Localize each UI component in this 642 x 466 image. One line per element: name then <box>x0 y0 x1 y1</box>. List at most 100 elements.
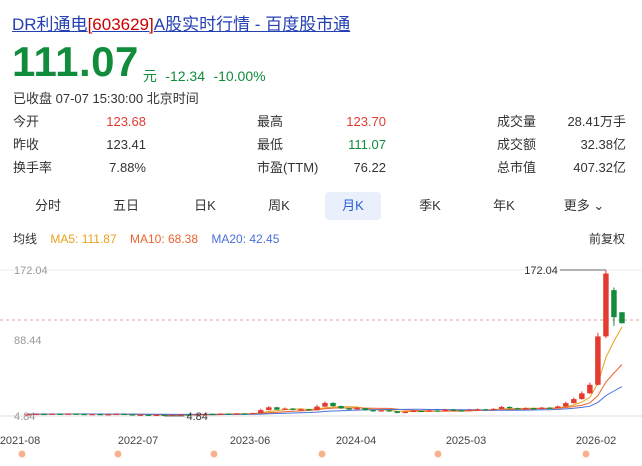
market-status: 已收盘 07-07 15:30:00 北京时间 <box>13 91 199 106</box>
candle-body <box>25 414 31 416</box>
timeline-dot <box>318 450 326 458</box>
ma5-value: MA5: 111.87 <box>50 232 117 246</box>
price-change-pct: -10.00% <box>213 68 266 84</box>
candle-body <box>121 413 128 416</box>
candle <box>595 332 601 386</box>
candle <box>394 410 400 414</box>
candle-body <box>442 409 449 412</box>
high-marker-label: 172.04 <box>524 265 558 277</box>
candle-body <box>466 409 473 411</box>
candle <box>233 413 240 415</box>
candle <box>145 414 152 416</box>
candle <box>314 404 320 411</box>
candle-body <box>458 410 465 412</box>
stat-turnover: 换手率 7.88% <box>13 160 146 175</box>
tab-intraday[interactable]: 分时 <box>20 192 76 220</box>
stat-open: 今开 123.68 <box>13 114 146 129</box>
candle <box>290 408 296 411</box>
tab-quarterly-k[interactable]: 季K <box>402 192 458 220</box>
candle <box>426 409 433 412</box>
candle-body <box>362 408 368 411</box>
ma20-value: MA20: 42.45 <box>211 232 280 246</box>
tab-five-day[interactable]: 五日 <box>98 192 154 220</box>
candle <box>282 407 288 410</box>
candle <box>579 391 585 400</box>
candle-body <box>611 290 617 318</box>
adjust-selector[interactable]: 前复权 <box>589 230 625 247</box>
candle-body <box>514 408 521 410</box>
x-tick-label: 2022-07 <box>118 435 158 447</box>
ma10-value: MA10: 68.38 <box>129 232 199 246</box>
candle <box>266 405 272 411</box>
candle <box>97 413 103 416</box>
candle-body <box>450 409 457 411</box>
tab-yearly-k[interactable]: 年K <box>476 192 532 220</box>
candle-body <box>274 407 280 410</box>
kline-chart[interactable]: 172.04 88.44 4.84 172.04 4.84 2021-08 20… <box>0 252 642 466</box>
timeline-dot <box>210 450 218 458</box>
tab-more[interactable]: 更多 ⌄ <box>554 192 614 220</box>
x-axis: 2021-08 2022-07 2023-06 2024-04 2025-03 … <box>0 435 616 458</box>
candle-body <box>506 406 513 409</box>
candle-body <box>81 413 87 416</box>
candle <box>490 408 497 411</box>
tab-daily-k[interactable]: 日K <box>177 192 233 220</box>
candle-body <box>490 408 497 411</box>
tab-monthly-k[interactable]: 月K <box>325 192 381 220</box>
candle-body <box>619 312 625 324</box>
candle <box>587 382 593 394</box>
candle <box>603 270 609 339</box>
candle <box>555 405 561 409</box>
tab-weekly-k[interactable]: 周K <box>251 192 307 220</box>
candle-body <box>538 407 545 409</box>
page-title[interactable]: DR利通电[603629]A股实时行情 - 百度股市通 <box>12 10 350 35</box>
ma-legend-title: 均线 <box>13 232 38 246</box>
candle-body <box>386 410 392 412</box>
candle-body <box>225 413 232 415</box>
candle <box>81 413 87 416</box>
candle-body <box>402 411 408 414</box>
candle <box>330 402 336 407</box>
ma20-line <box>27 386 623 415</box>
candle-body <box>242 413 248 415</box>
y-tick-label: 4.84 <box>14 411 35 423</box>
candle-body <box>378 410 384 412</box>
candle <box>547 407 553 409</box>
y-tick-label: 88.44 <box>14 335 42 347</box>
y-tick-label: 172.04 <box>14 265 48 277</box>
candle <box>129 414 136 416</box>
stock-code: [603629] <box>87 15 154 34</box>
candle-body <box>73 413 79 415</box>
price-unit: 元 <box>142 68 157 84</box>
candle-body <box>434 410 441 412</box>
stat-low: 最低 111.07 <box>257 137 386 152</box>
candle <box>121 413 128 416</box>
timeline-dot <box>434 450 442 458</box>
candle-body <box>217 413 224 415</box>
timeline-dot <box>114 450 122 458</box>
candle-body <box>410 410 417 412</box>
x-tick-label: 2026-02 <box>576 435 616 447</box>
candle-body <box>530 408 537 410</box>
current-price: 111.07 <box>12 38 139 85</box>
candle <box>482 408 489 411</box>
candle-body <box>209 413 216 416</box>
candle <box>498 405 505 410</box>
x-tick-label: 2025-03 <box>446 435 486 447</box>
candle-body <box>113 413 120 416</box>
stat-market-cap: 总市值 407.32亿 <box>497 160 626 175</box>
candle-body <box>498 406 505 409</box>
candle <box>322 401 328 408</box>
candle-body <box>330 402 336 407</box>
price-change: -12.34 <box>165 68 205 84</box>
timeline-dot <box>18 450 26 458</box>
candle <box>619 312 625 324</box>
candle-body <box>89 414 95 416</box>
candle-body <box>522 408 529 410</box>
candle-body <box>370 410 376 412</box>
candle-body <box>145 414 152 416</box>
candles <box>25 270 625 417</box>
candle <box>242 413 248 415</box>
candle-body <box>579 393 585 400</box>
candle-body <box>177 414 184 416</box>
